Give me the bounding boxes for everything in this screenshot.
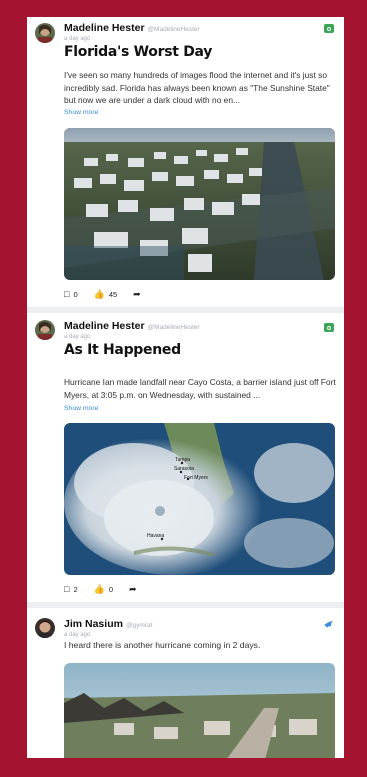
camera-icon: [324, 323, 334, 332]
post: Jim Nasium @gymrat a day ago I heard ther…: [27, 608, 344, 758]
post: Madeline Hester @MadelineHester a day ago…: [27, 313, 344, 602]
comment-count: 0: [73, 289, 78, 299]
like-count: 0: [108, 584, 113, 594]
map-label-havana: Havana: [147, 533, 164, 539]
share-icon: ➦: [133, 288, 141, 299]
post-actions: □ 2 👍 0 ➦: [64, 583, 157, 595]
post-body: I've seen so many hundreds of images flo…: [64, 70, 330, 106]
share-button[interactable]: ➦: [133, 288, 145, 299]
map-label-fort-myers: Fort Myers: [184, 475, 208, 481]
author-handle: @MadelineHester: [147, 324, 200, 331]
post-image-hurricane-satellite[interactable]: Tampa Sarasota Fort Myers Havana: [64, 423, 335, 575]
author-name[interactable]: Madeline Hester @MadelineHester: [64, 22, 200, 34]
comment-icon: □: [64, 583, 70, 594]
avatar[interactable]: [35, 320, 55, 340]
author-name[interactable]: Jim Nasium @gymrat: [64, 618, 152, 630]
post-body: Hurricane Ian made landfall near Cayo Co…: [64, 377, 336, 400]
comment-icon: □: [64, 288, 70, 299]
share-button[interactable]: ➦: [129, 583, 141, 594]
share-icon: ➦: [129, 583, 137, 594]
post: Madeline Hester @MadelineHester a day ago…: [27, 17, 344, 307]
show-more-link[interactable]: Show more: [64, 405, 98, 412]
map-label-sarasota: Sarasota: [174, 466, 194, 472]
avatar[interactable]: [35, 23, 55, 43]
camera-icon: [324, 24, 334, 33]
timestamp: a day ago: [64, 632, 91, 638]
timestamp: a day ago: [64, 36, 91, 42]
comment-button[interactable]: □ 2: [64, 583, 78, 594]
post-image-flooded-neighborhood[interactable]: [64, 128, 335, 280]
show-more-link[interactable]: Show more: [64, 109, 98, 116]
post-title: Florida's Worst Day: [64, 44, 213, 60]
timestamp: a day ago: [64, 334, 91, 340]
author-handle: @gymrat: [125, 622, 153, 629]
feed: Madeline Hester @MadelineHester a day ago…: [27, 17, 344, 758]
thumbs-up-icon: 👍: [93, 583, 105, 594]
bird-icon: [323, 620, 334, 629]
comment-button[interactable]: □ 0: [64, 288, 78, 299]
map-label-tampa: Tampa: [175, 457, 190, 463]
author-name[interactable]: Madeline Hester @MadelineHester: [64, 320, 200, 332]
post-actions: □ 0 👍 45 ➦: [64, 288, 161, 300]
like-button[interactable]: 👍 45: [93, 288, 118, 299]
comment-count: 2: [73, 584, 78, 594]
thumbs-up-icon: 👍: [93, 288, 105, 299]
post-body: I heard there is another hurricane comin…: [64, 640, 261, 650]
post-image-storm-damage[interactable]: [64, 663, 335, 758]
avatar[interactable]: [35, 618, 55, 638]
post-title: As It Happened: [64, 342, 181, 358]
like-button[interactable]: 👍 0: [93, 583, 113, 594]
like-count: 45: [108, 289, 118, 299]
author-handle: @MadelineHester: [147, 26, 200, 33]
